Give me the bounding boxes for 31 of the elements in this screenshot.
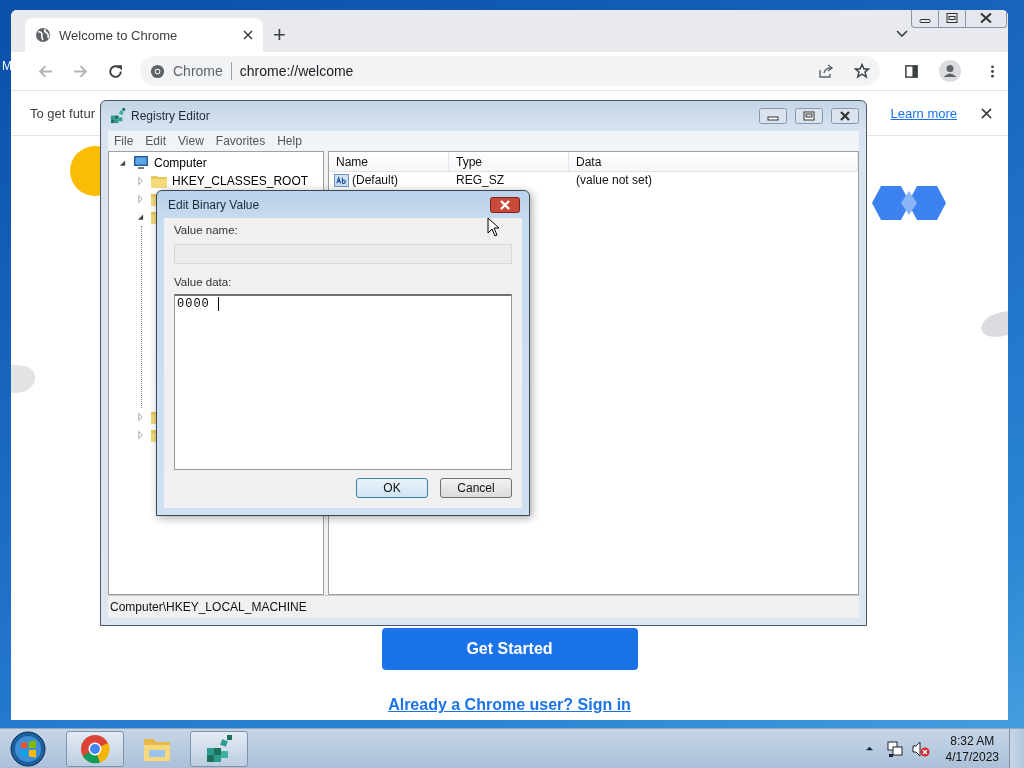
menu-item[interactable]: Help bbox=[271, 134, 308, 148]
desktop-icon-label: M bbox=[2, 59, 12, 73]
get-started-button[interactable]: Get Started bbox=[381, 628, 638, 670]
value-data-field[interactable]: 0000 bbox=[174, 294, 512, 470]
tree-item[interactable]: Computer bbox=[152, 156, 207, 170]
sign-in-link[interactable]: Already a Chrome user? Sign in bbox=[388, 696, 631, 714]
field-label: Value data: bbox=[174, 276, 232, 290]
clock-time[interactable]: 8:32 AM bbox=[950, 732, 995, 749]
tree-item[interactable]: HKEY_CLASSES_ROOT bbox=[170, 174, 309, 188]
column-header[interactable]: Data bbox=[569, 152, 858, 171]
menu-item[interactable]: Edit bbox=[139, 134, 173, 148]
infobar-message: To get futur bbox=[30, 105, 96, 121]
menu-item[interactable]: File bbox=[108, 134, 140, 148]
dialog-title: Edit Binary Value bbox=[168, 197, 260, 212]
browser-tab[interactable]: Welcome to Chrome bbox=[25, 18, 263, 52]
table-cell: (Default) bbox=[352, 173, 398, 187]
window-title: Registry Editor bbox=[131, 109, 210, 123]
field-label: Value name: bbox=[174, 224, 238, 238]
table-cell-text: (value not set) bbox=[575, 173, 654, 187]
status-text: Computer\HKEY_LOCAL_MACHINE bbox=[110, 600, 307, 614]
table-cell-text: REG_SZ bbox=[455, 173, 505, 187]
cancel-button[interactable]: Cancel bbox=[440, 478, 512, 498]
menu-item[interactable]: View bbox=[172, 134, 210, 148]
ok-button[interactable]: OK bbox=[356, 478, 428, 498]
menu-item[interactable]: Favorites bbox=[209, 134, 272, 148]
learn-more-link[interactable]: Learn more bbox=[890, 105, 957, 121]
address-bar[interactable]: Chrome chrome://welcome bbox=[140, 56, 880, 86]
column-header[interactable]: Type bbox=[449, 152, 569, 171]
new-tab-button[interactable]: + bbox=[263, 24, 296, 52]
clock-date[interactable]: 4/17/2023 bbox=[945, 748, 999, 765]
column-header[interactable]: Name bbox=[329, 152, 449, 171]
